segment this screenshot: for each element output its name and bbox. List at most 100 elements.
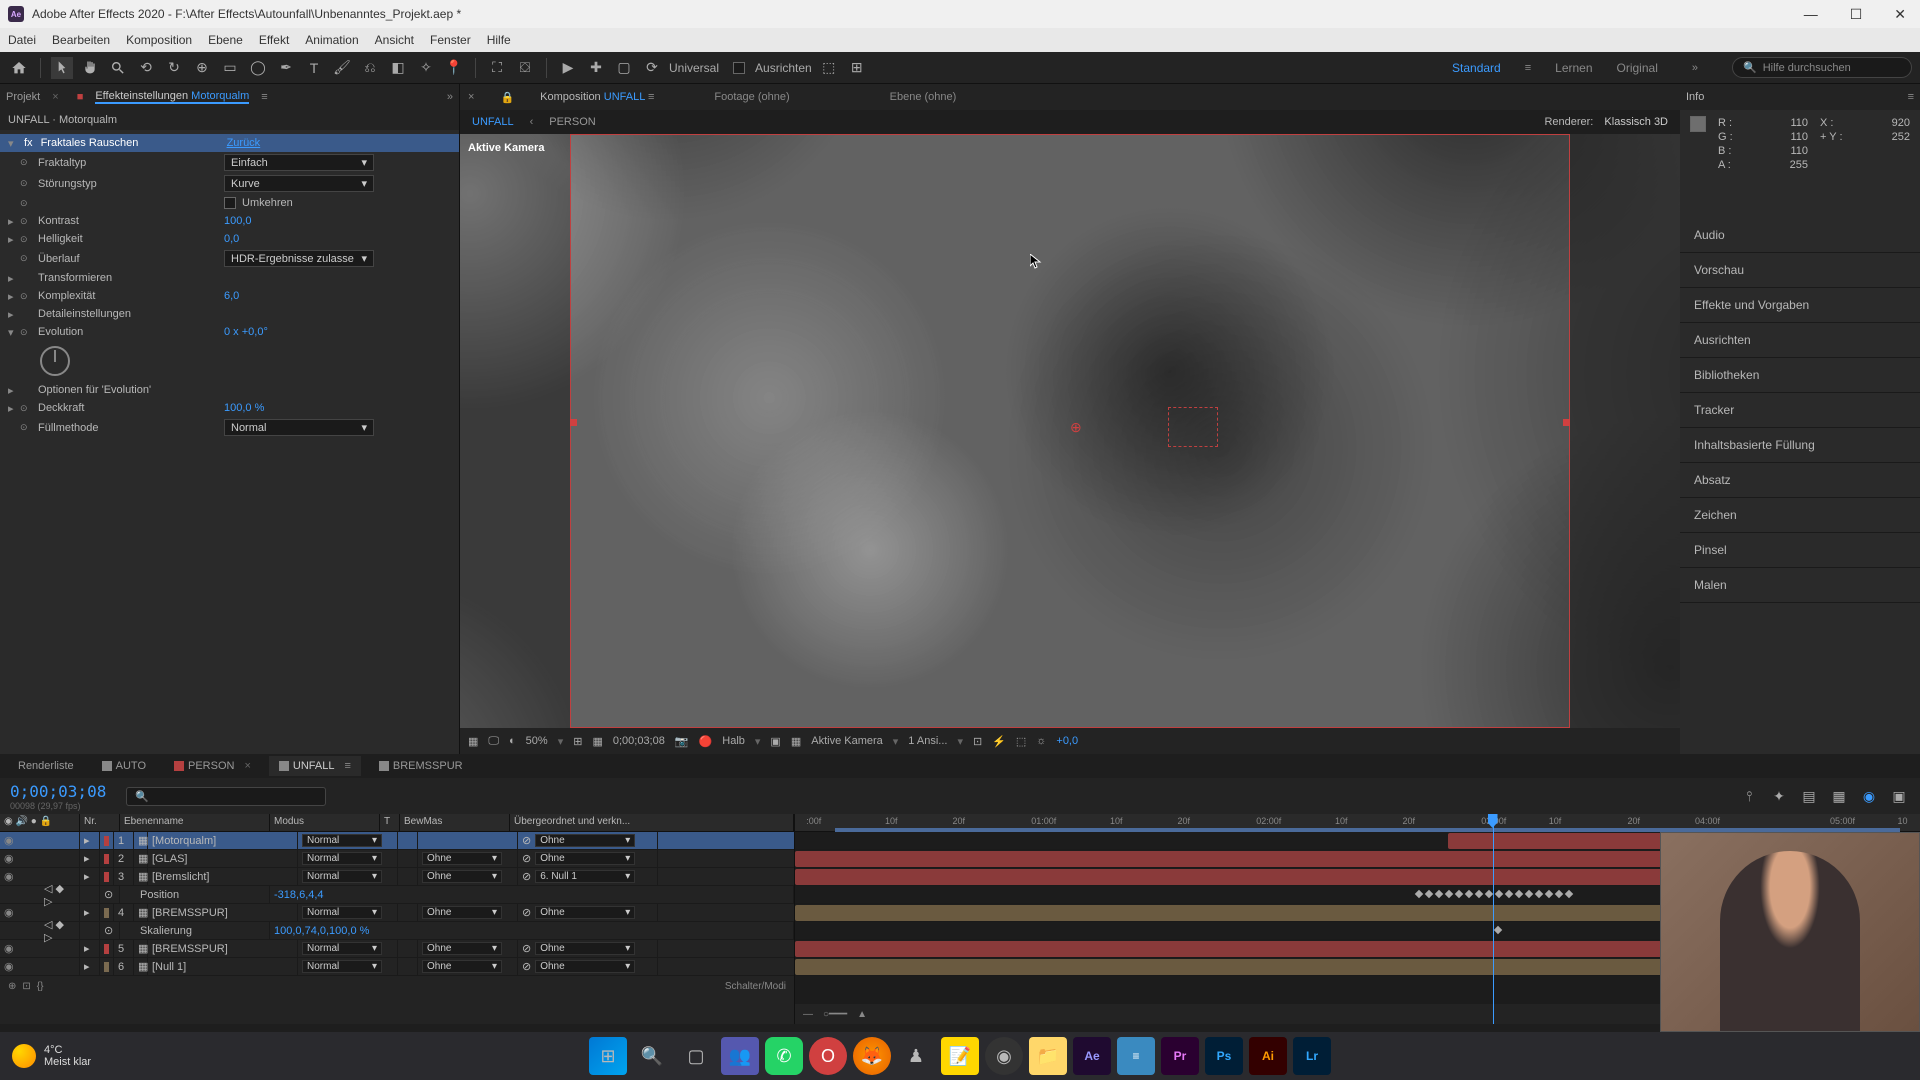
vt-3d-icon[interactable]: ⬚ <box>1016 735 1026 748</box>
komplexitaet-value[interactable]: 6,0 <box>224 290 239 302</box>
tl-zoom-in-icon[interactable]: ▲ <box>857 1009 867 1020</box>
panel-audio[interactable]: Audio <box>1680 218 1920 253</box>
taskbar-ae-icon[interactable]: Ae <box>1073 1037 1111 1075</box>
workspace-standard[interactable]: Standard <box>1452 61 1501 75</box>
renderer-value[interactable]: Klassisch 3D <box>1604 116 1668 128</box>
panel-malen[interactable]: Malen <box>1680 568 1920 603</box>
taskbar-teams-icon[interactable]: 👥 <box>721 1037 759 1075</box>
tl-shy-icon[interactable]: ▤ <box>1798 785 1820 807</box>
umkehren-checkbox[interactable] <box>224 197 236 209</box>
breadcrumb-person[interactable]: PERSON <box>549 116 595 128</box>
evolution-value[interactable]: 0 x +0,0° <box>224 326 268 338</box>
close-button[interactable]: ✕ <box>1888 6 1912 23</box>
minimize-button[interactable]: — <box>1798 6 1824 23</box>
evolution-dial[interactable] <box>40 346 70 376</box>
breadcrumb-unfall[interactable]: UNFALL <box>472 116 514 128</box>
tl-btn-2[interactable]: ⊡ <box>22 981 30 992</box>
align-magnet-icon[interactable]: ⬚ <box>818 57 840 79</box>
snap-box-icon[interactable]: ▢ <box>613 57 635 79</box>
menu-animation[interactable]: Animation <box>305 33 358 47</box>
timecode-display[interactable]: 0;00;03;08 <box>10 782 106 801</box>
workspace-original[interactable]: Original <box>1617 61 1658 75</box>
vt-monitor-icon[interactable]: 🖵 <box>488 735 499 748</box>
panel-bibliotheken[interactable]: Bibliotheken <box>1680 358 1920 393</box>
effect-reset[interactable]: Zurück <box>227 137 261 149</box>
effect-fraktales-rauschen[interactable]: ▾ fx Fraktales Rauschen Zurück <box>0 134 459 152</box>
ueberlauf-dropdown[interactable]: HDR-Ergebnisse zulasse▾ <box>224 250 374 267</box>
panel-inhaltsfuellung[interactable]: Inhaltsbasierte Füllung <box>1680 428 1920 463</box>
maximize-button[interactable]: ☐ <box>1844 6 1869 23</box>
panel-effekte[interactable]: Effekte und Vorgaben <box>1680 288 1920 323</box>
vt-fast-icon[interactable]: ⚡ <box>992 735 1006 748</box>
vt-pixel-icon[interactable]: ⊡ <box>973 735 982 748</box>
tab-projekt[interactable]: Projekt <box>6 91 40 103</box>
menu-komposition[interactable]: Komposition <box>126 33 192 47</box>
zoom-tool-icon[interactable] <box>107 57 129 79</box>
home-icon[interactable] <box>8 57 30 79</box>
align-checkbox[interactable] <box>733 62 745 74</box>
layer-row[interactable]: ◁ ◆ ▷ ⊙ Skalierung 100,0,74,0,100,0 % <box>0 922 794 940</box>
clone-tool-icon[interactable]: ⎌ <box>359 57 381 79</box>
tl-comp-icon[interactable]: ✦ <box>1768 785 1790 807</box>
snap-link-icon[interactable]: ⟳ <box>641 57 663 79</box>
snap-add-icon[interactable]: ✚ <box>585 57 607 79</box>
ellipse-tool-icon[interactable]: ◯ <box>247 57 269 79</box>
playhead[interactable] <box>1493 814 1494 1024</box>
exposure-value[interactable]: +0,0 <box>1056 735 1078 747</box>
panel-absatz[interactable]: Absatz <box>1680 463 1920 498</box>
rect-tool-icon[interactable]: ▭ <box>219 57 241 79</box>
views-dropdown[interactable]: 1 Ansi... <box>908 735 947 747</box>
vt-ruler-icon[interactable]: ⊞ <box>573 735 582 748</box>
pen-tool-icon[interactable]: ✒ <box>275 57 297 79</box>
switch-modi-toggle[interactable]: Schalter/Modi <box>725 981 786 992</box>
layer-row[interactable]: ◉ ▸ 3 ▦ [Bremslicht] Normal▾ Ohne▾ ⊘ 6. … <box>0 868 794 886</box>
tl-motion-blur-icon[interactable]: ◉ <box>1858 785 1880 807</box>
taskbar-notes-icon[interactable]: 📝 <box>941 1037 979 1075</box>
text-tool-icon[interactable]: T <box>303 57 325 79</box>
pan-behind-tool-icon[interactable]: ⊕ <box>191 57 213 79</box>
tab-person[interactable]: PERSON× <box>164 756 261 776</box>
tl-graph-icon[interactable]: ⫯ <box>1738 785 1760 807</box>
helligkeit-value[interactable]: 0,0 <box>224 233 239 245</box>
panel-pinsel[interactable]: Pinsel <box>1680 533 1920 568</box>
taskbar-app2-icon[interactable]: ♟ <box>897 1037 935 1075</box>
menu-effekt[interactable]: Effekt <box>259 33 289 47</box>
workspace-lernen[interactable]: Lernen <box>1555 61 1592 75</box>
layer-row[interactable]: ◁ ◆ ▷ ⊙ Position -318,6,4,4 <box>0 886 794 904</box>
composition-viewer[interactable]: Aktive Kamera ⊕ <box>460 134 1680 728</box>
tab-renderliste[interactable]: Renderliste <box>8 756 84 776</box>
tab-footage[interactable]: Footage (ohne) <box>714 91 789 103</box>
camera-dropdown[interactable]: Aktive Kamera <box>811 735 883 747</box>
help-search[interactable]: 🔍 Hilfe durchsuchen <box>1732 57 1912 78</box>
taskbar-ps-icon[interactable]: Ps <box>1205 1037 1243 1075</box>
tab-composition[interactable]: Komposition UNFALL ≡ <box>540 91 654 103</box>
vt-material-icon[interactable]: ☼ <box>1036 735 1046 747</box>
vt-channels-icon[interactable]: 🔴 <box>699 735 713 748</box>
layer-row[interactable]: ◉ ▸ 4 ▦ [BREMSSPUR] Normal▾ Ohne▾ ⊘ Ohne… <box>0 904 794 922</box>
tl-btn-3[interactable]: {} <box>37 981 44 992</box>
selection-handle[interactable] <box>1563 419 1570 426</box>
taskbar-ai-icon[interactable]: Ai <box>1249 1037 1287 1075</box>
menu-datei[interactable]: Datei <box>8 33 36 47</box>
kontrast-value[interactable]: 100,0 <box>224 215 252 227</box>
fraktaltyp-dropdown[interactable]: Einfach▾ <box>224 154 374 171</box>
eraser-tool-icon[interactable]: ◧ <box>387 57 409 79</box>
taskbar-whatsapp-icon[interactable]: ✆ <box>765 1037 803 1075</box>
stoerungstyp-dropdown[interactable]: Kurve▾ <box>224 175 374 192</box>
info-panel-title[interactable]: Info <box>1686 91 1704 103</box>
vt-res-icon[interactable]: ▦ <box>468 735 478 748</box>
menu-ansicht[interactable]: Ansicht <box>375 33 414 47</box>
panel-ausrichten[interactable]: Ausrichten <box>1680 323 1920 358</box>
vt-snapshot-icon[interactable]: 📷 <box>675 735 689 748</box>
vt-mask-icon[interactable]: ◐ <box>509 735 516 747</box>
tl-btn-1[interactable]: ⊕ <box>8 981 16 992</box>
roto-tool-icon[interactable]: ✧ <box>415 57 437 79</box>
taskbar-firefox-icon[interactable]: 🦊 <box>853 1037 891 1075</box>
taskbar-explorer-icon[interactable]: 📁 <box>1029 1037 1067 1075</box>
taskbar-me-icon[interactable]: ≡ <box>1117 1037 1155 1075</box>
start-button[interactable]: ⊞ <box>589 1037 627 1075</box>
tl-brainstorm-icon[interactable]: ▣ <box>1888 785 1910 807</box>
menu-ebene[interactable]: Ebene <box>208 33 243 47</box>
puppet-tool-icon[interactable]: 📍 <box>443 57 465 79</box>
fuellmethode-dropdown[interactable]: Normal▾ <box>224 419 374 436</box>
